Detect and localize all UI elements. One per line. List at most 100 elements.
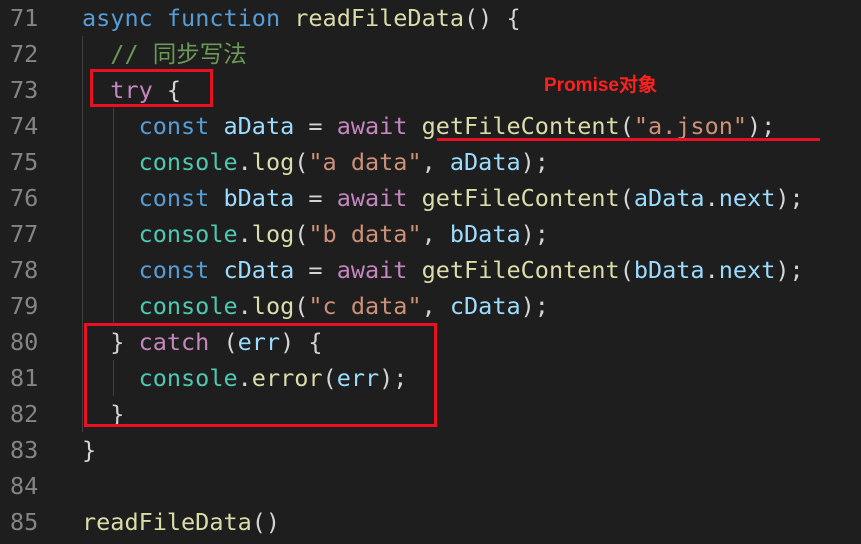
line-code: } xyxy=(82,432,96,468)
code-token: await xyxy=(336,112,408,140)
code-token: bData xyxy=(223,184,295,212)
code-token: log xyxy=(251,148,295,176)
code-token: ); xyxy=(520,292,549,320)
code-line[interactable]: 72 // 同步写法 xyxy=(0,36,861,72)
code-line[interactable]: 71 async function readFileData() { xyxy=(0,0,861,36)
code-token: ); xyxy=(775,184,804,212)
code-editor[interactable]: 71 async function readFileData() {72 // 同… xyxy=(0,0,861,544)
code-token: readFileData xyxy=(294,4,465,32)
code-token: bData xyxy=(449,220,521,248)
code-token: = xyxy=(294,184,337,212)
code-token: . xyxy=(237,148,252,176)
code-line[interactable]: 83} xyxy=(0,432,861,468)
line-code: // 同步写法 xyxy=(82,36,247,72)
catch-highlight-box xyxy=(84,323,437,427)
code-token: = xyxy=(294,112,337,140)
code-token: getFileContent xyxy=(421,256,620,284)
indent-guide xyxy=(113,108,114,324)
code-token: } xyxy=(82,436,97,464)
code-token: () { xyxy=(464,4,521,32)
line-code: const cData = await getFileContent(bData… xyxy=(82,252,804,288)
code-token: async xyxy=(82,4,153,32)
code-token: aData xyxy=(633,184,705,212)
code-token: aData xyxy=(223,112,295,140)
code-token: const xyxy=(138,256,210,284)
code-token: ( xyxy=(294,292,309,320)
code-token: "a data" xyxy=(308,148,422,176)
code-line[interactable]: 77 console.log("b data", bData); xyxy=(0,216,861,252)
code-token: ); xyxy=(520,220,549,248)
code-line[interactable]: 84 xyxy=(0,468,861,504)
line-number: 74 xyxy=(10,112,39,140)
line-number: 82 xyxy=(10,400,39,428)
code-token: "b data" xyxy=(308,220,422,248)
code-line[interactable]: 75 console.log("a data", aData); xyxy=(0,144,861,180)
line-number: 71 xyxy=(10,4,39,32)
line-code: readFileData() xyxy=(82,504,280,540)
line-code: console.log("c data", cData); xyxy=(82,288,549,324)
code-token: log xyxy=(251,220,295,248)
code-token: await xyxy=(336,184,408,212)
code-token: next xyxy=(718,256,776,284)
line-number: 72 xyxy=(10,40,39,68)
code-token: console xyxy=(138,148,238,176)
code-token: bData xyxy=(633,256,705,284)
code-token: . xyxy=(704,184,719,212)
code-line[interactable]: 79 console.log("c data", cData); xyxy=(0,288,861,324)
code-token: function xyxy=(166,4,281,32)
line-code: console.log("b data", bData); xyxy=(82,216,549,252)
code-token: ( xyxy=(619,112,634,140)
code-token: "c data" xyxy=(308,292,422,320)
line-code: const bData = await getFileContent(aData… xyxy=(82,180,804,216)
code-token: . xyxy=(704,256,719,284)
line-number: 75 xyxy=(10,148,39,176)
line-number: 78 xyxy=(10,256,39,284)
line-number: 81 xyxy=(10,364,39,392)
indent-guide xyxy=(82,36,83,432)
code-token: ( xyxy=(619,184,634,212)
line-number: 83 xyxy=(10,436,39,464)
code-token: readFileData xyxy=(82,508,252,536)
code-token: ); xyxy=(520,148,549,176)
code-token: const xyxy=(138,184,210,212)
try-highlight-box xyxy=(90,69,213,107)
code-token: . xyxy=(237,220,252,248)
code-token: . xyxy=(237,292,252,320)
line-number: 79 xyxy=(10,292,39,320)
code-line[interactable]: 85 readFileData() xyxy=(0,504,861,540)
line-number: 84 xyxy=(10,472,39,500)
code-token: next xyxy=(718,184,776,212)
code-token: cData xyxy=(449,292,521,320)
code-line[interactable]: 76 const bData = await getFileContent(aD… xyxy=(0,180,861,216)
code-token: log xyxy=(251,292,295,320)
code-token: console xyxy=(138,220,238,248)
line-code: async function readFileData() { xyxy=(82,0,521,36)
await-call-underline xyxy=(437,138,820,141)
line-number: 77 xyxy=(10,220,39,248)
line-number: 76 xyxy=(10,184,39,212)
code-token: () xyxy=(251,508,281,536)
code-line[interactable]: 78 const cData = await getFileContent(bD… xyxy=(0,252,861,288)
code-token: "a.json" xyxy=(633,112,748,140)
code-token: , xyxy=(421,220,450,248)
code-token: ( xyxy=(619,256,634,284)
code-token: // 同步写法 xyxy=(110,40,247,68)
code-token: ); xyxy=(747,112,776,140)
line-number: 85 xyxy=(10,508,39,536)
code-token: = xyxy=(294,256,337,284)
